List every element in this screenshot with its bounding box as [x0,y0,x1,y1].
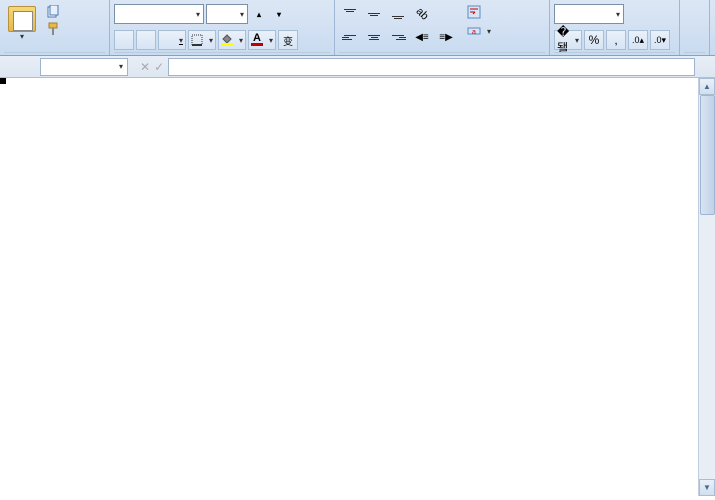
chevron-down-icon: ▾ [20,32,24,41]
increase-indent-button[interactable]: ≡▶ [435,27,457,47]
align-left-button[interactable] [339,27,361,47]
italic-button[interactable] [136,30,156,50]
number-group: ▾ �됄▾ % , .0▴ .0▾ [550,0,680,55]
merge-center-button[interactable]: a ▾ [464,23,494,39]
format-painter-button[interactable] [43,21,66,37]
copy-button[interactable] [43,4,66,20]
grow-font-button[interactable]: ▴ [250,5,268,23]
font-color-a: A [253,34,261,43]
brush-icon [46,22,60,36]
formula-bar-row: ▾ ✕ ✓ [0,56,715,78]
cells-group-partial [680,0,710,55]
fill-color-bar [221,43,233,46]
font-color-button[interactable]: A ▾ [248,30,276,50]
alignment-group: ab ◀≡ ≡▶ a ▾ [335,0,550,55]
font-group: ▾ ▾ ▴ ▾ ▾ ▾ [110,0,335,55]
chevron-down-icon: ▾ [240,10,244,19]
orientation-button[interactable]: ab [411,4,433,24]
name-box[interactable]: ▾ [40,58,128,76]
ribbon: ▾ ▾ [0,0,715,56]
font-size-select[interactable]: ▾ [206,4,248,24]
phonetic-button[interactable]: 变 [278,30,298,50]
scroll-thumb[interactable] [700,95,715,215]
chevron-down-icon: ▾ [119,62,123,71]
accounting-format-button[interactable]: �됄▾ [554,30,582,50]
font-color-bar [251,43,263,46]
chevron-down-icon: ▾ [196,10,200,19]
copy-icon [46,5,60,19]
align-bottom-button[interactable] [387,4,409,24]
fill-color-button[interactable]: ▾ [218,30,246,50]
paste-button[interactable]: ▾ [4,4,40,43]
border-icon [191,34,203,46]
clipboard-group: ▾ [0,0,110,55]
font-group-label [114,52,330,54]
font-name-select[interactable]: ▾ [114,4,204,24]
formula-bar[interactable] [168,58,695,76]
decrease-decimal-button[interactable]: .0▾ [650,30,670,50]
number-format-select[interactable]: ▾ [554,4,624,24]
wrap-text-button[interactable] [464,4,494,20]
increase-decimal-button[interactable]: .0▴ [628,30,648,50]
align-right-button[interactable] [387,27,409,47]
currency-icon: �됄 [557,25,575,56]
paste-icon [8,6,36,32]
cells-group-label [684,52,705,54]
align-center-button[interactable] [363,27,385,47]
spreadsheet: ▲ ▼ [0,78,715,496]
merge-icon: a [467,24,481,38]
alignment-group-label [339,52,545,54]
fill-handle[interactable] [0,78,6,84]
shrink-font-button[interactable]: ▾ [270,5,288,23]
clipboard-group-label [4,52,105,54]
bucket-icon [221,34,233,43]
wrap-icon [467,5,481,19]
underline-button[interactable]: ▾ [158,30,186,50]
scroll-down-button[interactable]: ▼ [699,479,715,496]
percent-button[interactable]: % [584,30,604,50]
bold-button[interactable] [114,30,134,50]
number-group-label [554,52,675,54]
vertical-scrollbar[interactable]: ▲ ▼ [698,78,715,496]
border-button[interactable]: ▾ [188,30,216,50]
chevron-down-icon: ▾ [616,10,620,19]
comma-button[interactable]: , [606,30,626,50]
decrease-indent-button[interactable]: ◀≡ [411,27,433,47]
scroll-up-button[interactable]: ▲ [699,78,715,95]
cancel-icon[interactable]: ✕ [140,60,150,74]
align-top-button[interactable] [339,4,361,24]
svg-text:a: a [472,29,476,36]
align-middle-button[interactable] [363,4,385,24]
enter-icon[interactable]: ✓ [154,60,164,74]
